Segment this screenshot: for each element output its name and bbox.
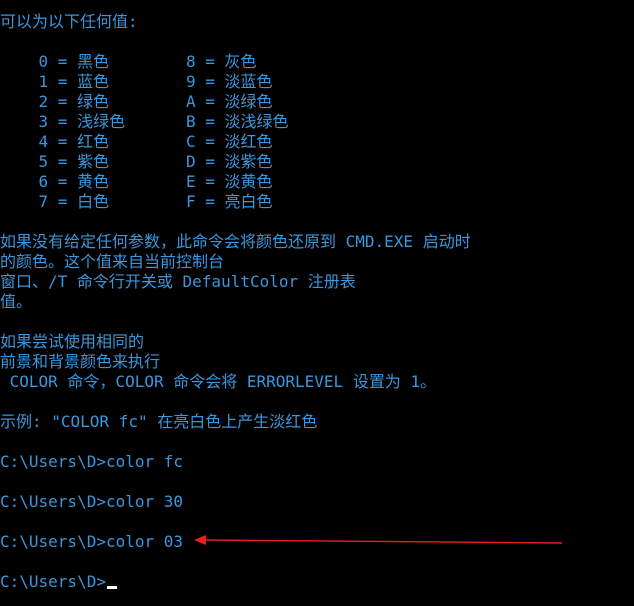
console-line: COLOR 命令，COLOR 命令会将 ERRORLEVEL 设置为 1。: [0, 372, 436, 392]
console-line: C:\Users\D>: [0, 572, 117, 592]
color-code-right: B = 淡浅绿色: [186, 112, 289, 131]
command-prompt: C:\Users\D>: [0, 572, 106, 591]
console-line: 7 = 白色 F = 亮白色: [0, 192, 273, 212]
console-line: 可以为以下任何值:: [0, 12, 138, 32]
color-code-right: 8 = 灰色: [186, 52, 257, 71]
console-text: C:\Users\D>color 30: [0, 492, 184, 511]
color-code-left: 0 = 黑色: [0, 52, 110, 71]
console-text: 如果尝试使用相同的: [0, 332, 145, 351]
color-code-right: D = 淡紫色: [186, 152, 273, 171]
text-cursor: [106, 586, 117, 589]
arrow-head-icon: [194, 535, 206, 545]
console-line: C:\Users\D>color 03: [0, 532, 183, 552]
console-text: 示例: "COLOR fc" 在亮白色上产生淡红色: [0, 412, 318, 431]
color-code-right: E = 淡黄色: [186, 172, 273, 191]
console-window[interactable]: 可以为以下任何值: 0 = 黑色 8 = 灰色 1 = 蓝色 9 = 淡蓝色 2 =…: [0, 0, 634, 606]
console-line: 的颜色。这个值来自当前控制台: [0, 252, 224, 272]
color-code-left: 4 = 红色: [0, 132, 110, 151]
color-code-left: 3 = 浅绿色: [0, 112, 126, 131]
console-text: 前景和背景颜色来执行: [0, 352, 161, 371]
console-line: 2 = 绿色 A = 淡绿色: [0, 92, 273, 112]
color-code-left: 1 = 蓝色: [0, 72, 110, 91]
console-line: 前景和背景颜色来执行: [0, 352, 160, 372]
console-text: 的颜色。这个值来自当前控制台: [0, 252, 225, 271]
console-line: 4 = 红色 C = 淡红色: [0, 132, 273, 152]
console-line: 窗口、/T 命令行开关或 DefaultColor 注册表: [0, 272, 356, 292]
console-line: 6 = 黄色 E = 淡黄色: [0, 172, 273, 192]
console-line: 1 = 蓝色 9 = 淡蓝色: [0, 72, 273, 92]
console-text: COLOR 命令，COLOR 命令会将 ERRORLEVEL 设置为 1。: [0, 372, 437, 391]
console-line: C:\Users\D>color fc: [0, 452, 183, 472]
console-text: 可以为以下任何值:: [0, 12, 138, 31]
console-line: 0 = 黑色 8 = 灰色: [0, 52, 257, 72]
color-code-right: C = 淡红色: [186, 132, 273, 151]
console-line: 如果没有给定任何参数，此命令会将颜色还原到 CMD.EXE 启动时: [0, 232, 471, 252]
console-line: 3 = 浅绿色 B = 淡浅绿色: [0, 112, 289, 132]
color-code-right: 9 = 淡蓝色: [186, 72, 273, 91]
color-code-left: 5 = 紫色: [0, 152, 110, 171]
console-text: 值。: [0, 292, 33, 311]
console-line: 值。: [0, 292, 32, 312]
color-code-right: A = 淡绿色: [186, 92, 273, 111]
title-bar-edge: [0, 0, 634, 12]
console-line: 示例: "COLOR fc" 在亮白色上产生淡红色: [0, 412, 317, 432]
color-code-right: F = 亮白色: [186, 192, 273, 211]
color-code-left: 7 = 白色: [0, 192, 110, 211]
console-text: C:\Users\D>color fc: [0, 452, 184, 471]
color-code-left: 2 = 绿色: [0, 92, 110, 111]
console-line: C:\Users\D>color 30: [0, 492, 183, 512]
console-line: 如果尝试使用相同的: [0, 332, 144, 352]
console-text: 窗口、/T 命令行开关或 DefaultColor 注册表: [0, 272, 356, 291]
arrow-shaft: [205, 539, 563, 544]
console-text: C:\Users\D>color 03: [0, 532, 184, 551]
color-code-left: 6 = 黄色: [0, 172, 110, 191]
console-line: 5 = 紫色 D = 淡紫色: [0, 152, 273, 172]
console-text: 如果没有给定任何参数，此命令会将颜色还原到 CMD.EXE 启动时: [0, 232, 471, 251]
